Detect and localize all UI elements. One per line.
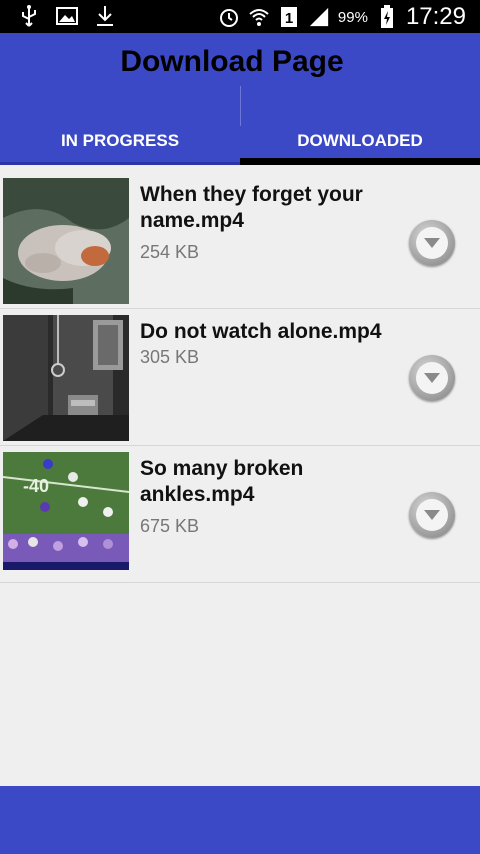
- video-title: When they forget your name.mp4: [140, 183, 363, 232]
- tab-in-progress[interactable]: IN PROGRESS: [0, 117, 240, 165]
- tab-downloaded-label: DOWNLOADED: [297, 131, 423, 150]
- download-list: When they forget your name.mp4 254 KB Do…: [0, 172, 480, 583]
- video-title: So many broken ankles.mp4: [140, 457, 304, 506]
- image-icon: [56, 5, 78, 27]
- alarm-icon: [218, 6, 240, 28]
- chevron-down-icon: [416, 227, 448, 259]
- tab-in-progress-label: IN PROGRESS: [60, 131, 180, 150]
- video-thumbnail: [3, 315, 129, 441]
- list-item[interactable]: When they forget your name.mp4 254 KB: [0, 172, 480, 309]
- sim-icon: 1: [278, 6, 300, 28]
- signal-icon: [308, 6, 330, 28]
- download-button[interactable]: [409, 220, 455, 266]
- status-bar: 1 99% 17:29: [0, 0, 480, 33]
- clock: 17:29: [405, 3, 466, 30]
- chevron-down-icon: [416, 362, 448, 394]
- download-button[interactable]: [409, 492, 455, 538]
- video-thumbnail: -40: [3, 452, 129, 578]
- chevron-down-icon: [416, 499, 448, 531]
- svg-text:-40: -40: [23, 476, 49, 496]
- file-size: 254 KB: [140, 242, 200, 262]
- list-item[interactable]: -40 So many broken ankles.mp4 675 KB: [0, 446, 480, 583]
- video-thumbnail: [3, 178, 129, 304]
- file-size: 675 KB: [140, 516, 200, 536]
- download-icon: [94, 5, 116, 27]
- list-item[interactable]: Do not watch alone.mp4 305 KB: [0, 309, 480, 446]
- video-title: Do not watch alone.mp4: [140, 320, 382, 343]
- download-button[interactable]: [409, 355, 455, 401]
- svg-text:1: 1: [285, 10, 293, 27]
- wifi-icon: [248, 6, 270, 28]
- bottom-bar: [0, 786, 480, 854]
- tab-divider: [240, 86, 241, 126]
- battery-icon: [376, 5, 398, 28]
- page-title: Download Page: [120, 45, 344, 78]
- usb-icon: [18, 5, 40, 27]
- tab-downloaded[interactable]: DOWNLOADED: [240, 117, 480, 165]
- battery-percent: 99%: [337, 8, 368, 26]
- tab-indicator-active: [240, 158, 480, 165]
- file-size: 305 KB: [140, 347, 200, 367]
- tab-indicator: [0, 162, 240, 165]
